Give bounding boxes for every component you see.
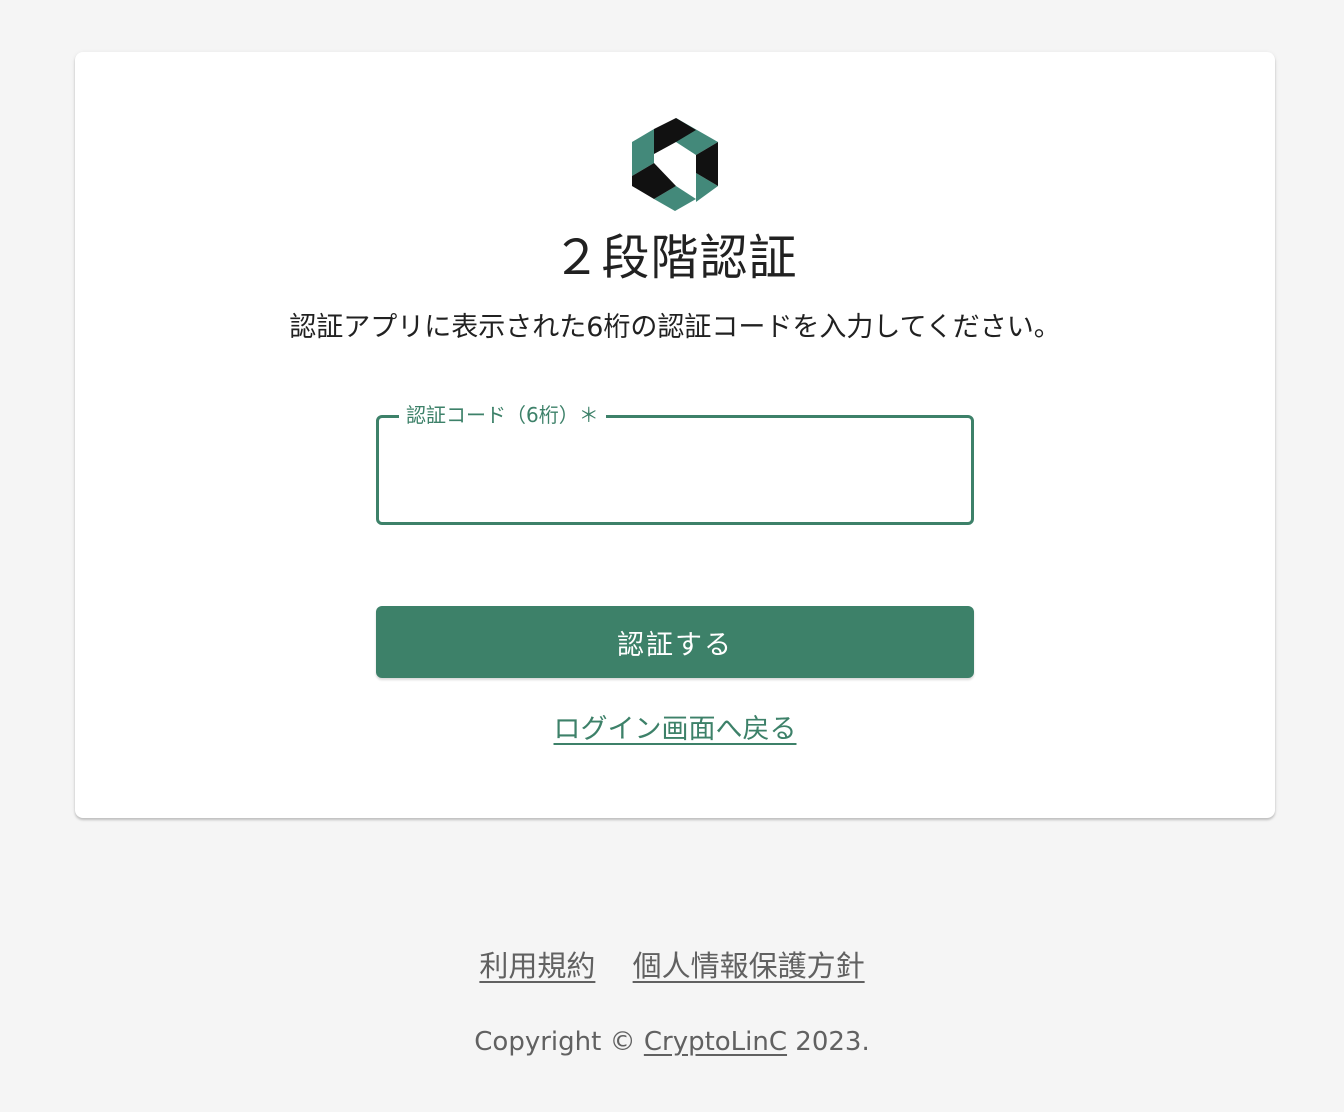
code-field[interactable]: 認証コード（6桁）＊	[376, 402, 974, 525]
copyright-prefix: Copyright ©	[474, 1027, 644, 1057]
hexagon-aperture-logo-icon	[632, 118, 718, 211]
page-title: ２段階認証	[552, 230, 798, 286]
code-field-label: 認証コード（6桁）＊	[399, 402, 606, 428]
copyright-suffix: 2023.	[787, 1027, 870, 1057]
footer-links: 利用規約 個人情報保護方針	[0, 946, 1344, 986]
back-to-login-link[interactable]: ログイン画面へ戻る	[554, 714, 797, 745]
back-link-container: ログイン画面へ戻る	[75, 712, 1275, 748]
company-link[interactable]: CryptoLinC	[644, 1027, 787, 1057]
verify-button[interactable]: 認証する	[376, 606, 974, 678]
privacy-link[interactable]: 個人情報保護方針	[633, 949, 865, 983]
terms-link[interactable]: 利用規約	[479, 949, 595, 983]
page-subtitle: 認証アプリに表示された6桁の認証コードを入力してください。	[289, 312, 1061, 343]
auth-card: ２段階認証 認証アプリに表示された6桁の認証コードを入力してください。 認証コー…	[75, 52, 1275, 818]
copyright: Copyright © CryptoLinC 2023.	[0, 1024, 1344, 1060]
code-input[interactable]	[397, 448, 957, 494]
